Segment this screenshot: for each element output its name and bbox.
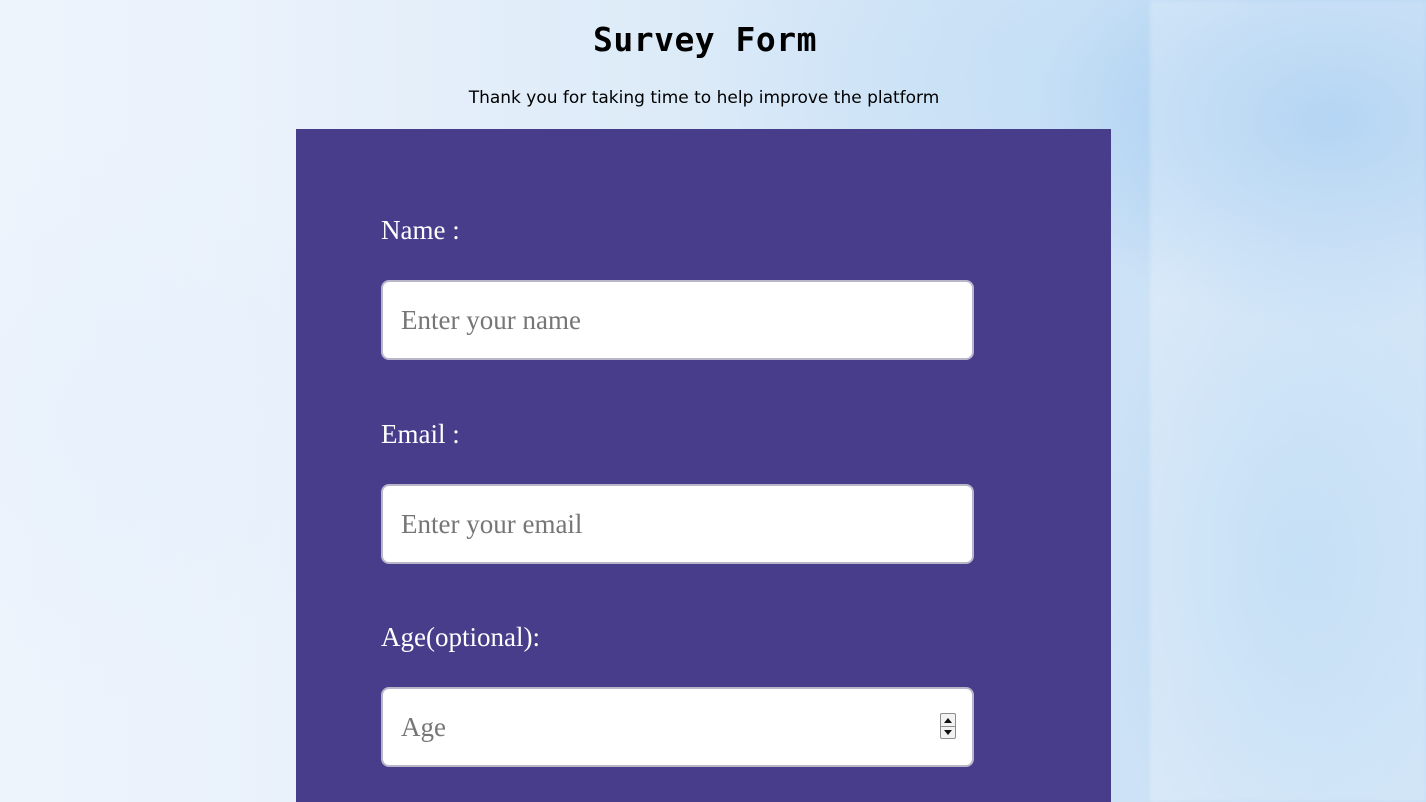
age-input[interactable] bbox=[381, 687, 974, 767]
email-input[interactable] bbox=[381, 484, 974, 564]
email-label: Email : bbox=[381, 419, 460, 449]
stepper-down-icon[interactable] bbox=[941, 726, 955, 738]
age-field bbox=[381, 687, 974, 767]
background-decoration bbox=[1150, 0, 1426, 802]
number-stepper-icon[interactable] bbox=[940, 713, 956, 739]
age-label: Age(optional): bbox=[381, 622, 540, 652]
name-input[interactable] bbox=[381, 280, 974, 360]
page-subtitle: Thank you for taking time to help improv… bbox=[468, 88, 940, 108]
page-title: Survey Form bbox=[592, 20, 818, 59]
name-label: Name : bbox=[381, 215, 460, 245]
survey-form: Name : Email : Age(optional): bbox=[296, 129, 1111, 802]
